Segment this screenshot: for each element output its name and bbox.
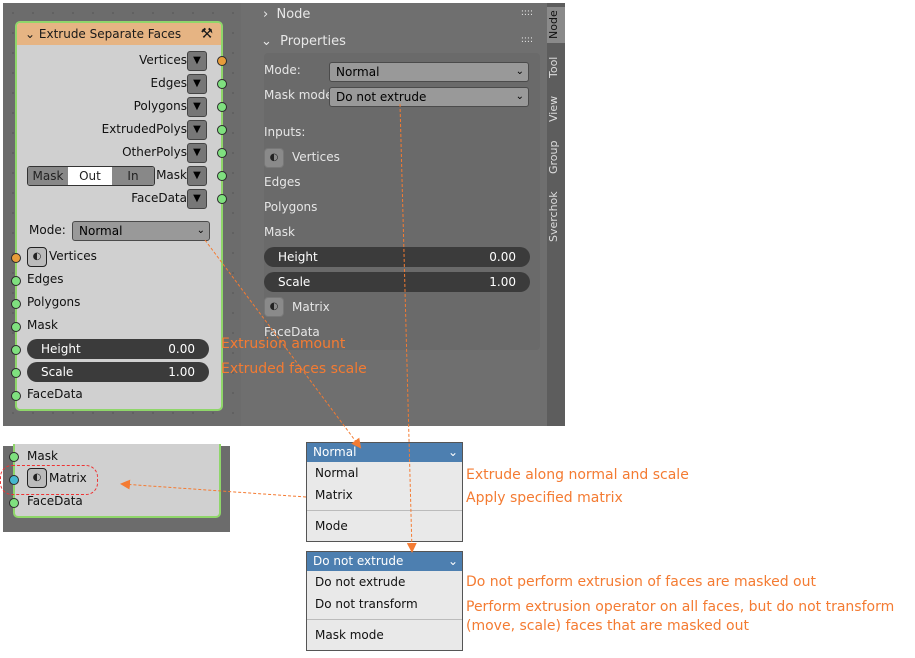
arrow-matrix-to-socket: [120, 479, 307, 498]
arrow-maskmode-to-menu: [399, 103, 417, 553]
annotation-arrows: [120, 103, 417, 553]
arrow-mode-to-menu: [204, 239, 362, 449]
